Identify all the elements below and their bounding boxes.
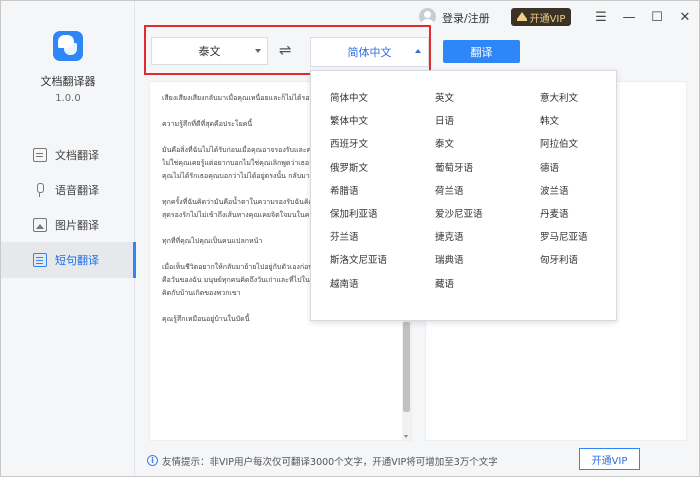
document-icon — [33, 148, 47, 162]
language-option[interactable]: 德语 — [540, 160, 559, 174]
language-option[interactable]: 波兰语 — [540, 183, 569, 197]
close-button[interactable]: ✕ — [675, 7, 695, 27]
language-option[interactable]: 荷兰语 — [435, 183, 464, 197]
sidebar-item-short-translate[interactable]: 短句翻译 — [1, 242, 136, 278]
sidebar-item-label: 文档翻译 — [55, 149, 99, 162]
scroll-down-icon[interactable] — [404, 435, 408, 438]
language-option[interactable]: 芬兰语 — [330, 229, 359, 243]
crown-icon — [516, 11, 527, 21]
language-option[interactable]: 越南语 — [330, 276, 359, 290]
sidebar: 文档翻译器 1.0.0 文档翻译 语音翻译 图片翻译 短句翻译 — [1, 1, 136, 476]
sidebar-item-label: 短句翻译 — [55, 254, 99, 267]
language-option[interactable]: 日语 — [435, 113, 454, 127]
image-icon — [33, 218, 47, 232]
language-dropdown: 简体中文 英文 意大利文繁体中文 日语 韩文西班牙文 泰文 阿拉伯文俄罗斯文 葡萄牙语 德语希腊… — [310, 70, 617, 321]
info-icon: i — [147, 455, 158, 466]
scroll-thumb[interactable] — [403, 322, 410, 412]
microphone-icon — [33, 183, 47, 197]
sidebar-item-image-translate[interactable]: 图片翻译 — [1, 207, 135, 243]
language-option[interactable]: 爱沙尼亚语 — [435, 206, 483, 220]
language-option[interactable]: 韩文 — [540, 113, 559, 127]
language-option[interactable]: 简体中文 — [330, 90, 368, 104]
short-text-icon — [33, 253, 47, 267]
language-option[interactable]: 俄罗斯文 — [330, 160, 368, 174]
login-link[interactable]: 登录/注册 — [442, 10, 490, 26]
minimize-button[interactable]: — — [619, 7, 639, 27]
language-option[interactable]: 繁体中文 — [330, 113, 368, 127]
vip-button-bottom[interactable]: 开通VIP — [579, 448, 640, 470]
translate-button[interactable]: 翻译 — [443, 40, 520, 63]
app-window: 文档翻译器 1.0.0 文档翻译 语音翻译 图片翻译 短句翻译 登录/注册 开通… — [0, 0, 700, 477]
language-option[interactable]: 泰文 — [435, 136, 454, 150]
language-option[interactable]: 匈牙利语 — [540, 252, 578, 266]
language-option[interactable]: 捷克语 — [435, 229, 464, 243]
vip-button-top[interactable]: 开通VIP — [511, 8, 571, 26]
sidebar-item-voice-translate[interactable]: 语音翻译 — [1, 172, 135, 208]
language-option[interactable]: 斯洛文尼亚语 — [330, 252, 387, 266]
footer: i 友情提示：非VIP用户每次仅可翻译3000个文字，开通VIP将可增加至3万个… — [135, 445, 699, 476]
menu-icon[interactable]: ☰ — [591, 7, 611, 27]
language-option[interactable]: 保加利亚语 — [330, 206, 378, 220]
language-option[interactable]: 英文 — [435, 90, 454, 104]
language-option[interactable]: 瑞典语 — [435, 252, 464, 266]
sidebar-item-label: 语音翻译 — [55, 184, 99, 197]
language-option[interactable]: 藏语 — [435, 276, 454, 290]
app-version: 1.0.0 — [55, 93, 81, 104]
sidebar-item-document-translate[interactable]: 文档翻译 — [1, 137, 135, 173]
avatar[interactable] — [419, 8, 436, 25]
language-option[interactable]: 意大利文 — [540, 90, 578, 104]
sidebar-item-label: 图片翻译 — [55, 219, 99, 232]
language-option[interactable]: 阿拉伯文 — [540, 136, 578, 150]
highlight-frame — [144, 25, 431, 75]
app-name: 文档翻译器 — [40, 75, 96, 88]
tip-text: 友情提示：非VIP用户每次仅可翻译3000个文字，开通VIP将可增加至3万个文字 — [162, 457, 498, 468]
language-option[interactable]: 罗马尼亚语 — [540, 229, 588, 243]
language-option[interactable]: 西班牙文 — [330, 136, 368, 150]
language-option[interactable]: 希腊语 — [330, 183, 359, 197]
maximize-button[interactable]: ☐ — [647, 7, 667, 27]
app-logo-icon — [53, 31, 83, 61]
language-option[interactable]: 丹麦语 — [540, 206, 569, 220]
language-option[interactable]: 葡萄牙语 — [435, 160, 473, 174]
